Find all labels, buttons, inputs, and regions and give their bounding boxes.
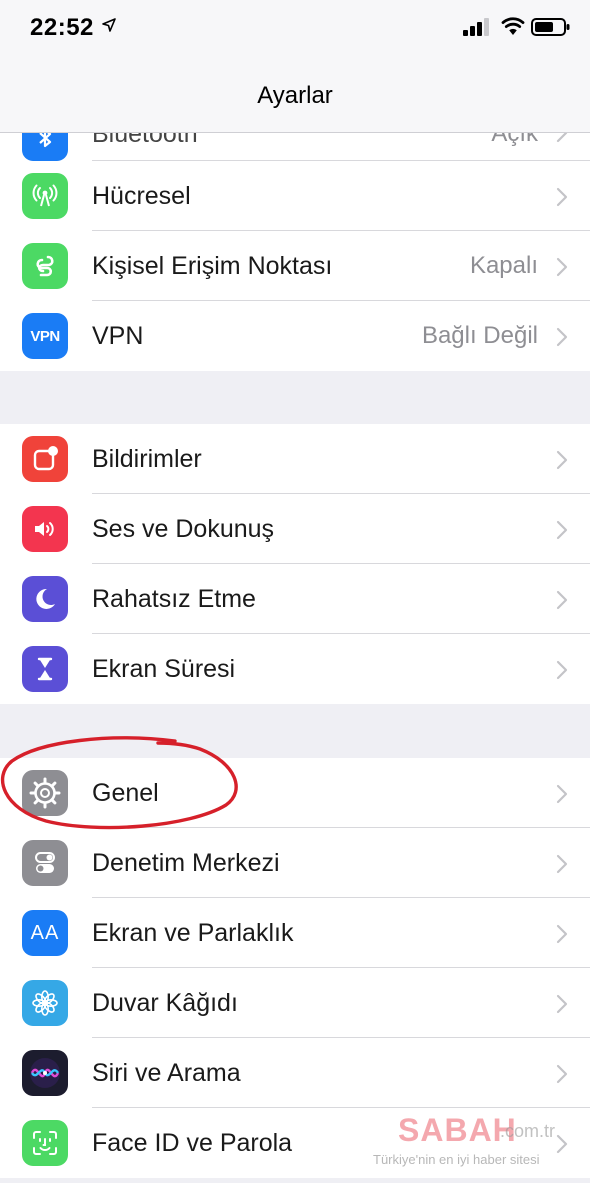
settings-row-do-not-disturb[interactable]: Rahatsız Etme (0, 564, 590, 634)
settings-row-label: Face ID ve Parola (92, 1129, 293, 1157)
settings-row-value: Açık (491, 133, 538, 147)
status-time: 22:52 (30, 14, 94, 41)
chevron-right-icon (556, 133, 568, 143)
battery-icon (531, 18, 570, 36)
settings-row-siri-search[interactable]: Siri ve Arama (0, 1038, 590, 1108)
chevron-right-icon (556, 520, 568, 540)
settings-row-cellular[interactable]: Hücresel (0, 161, 590, 231)
hourglass-icon (37, 657, 53, 681)
settings-row-label: Bluetooth (92, 133, 198, 148)
chevron-right-icon (556, 450, 568, 470)
toggles-icon (35, 852, 55, 873)
settings-row-label: Kişisel Erişim Noktası (92, 252, 333, 280)
settings-row-notifications[interactable]: Bildirimler (0, 424, 590, 494)
flower-icon (32, 990, 58, 1016)
settings-row-display-brightness[interactable]: AA Ekran ve Parlaklık (0, 898, 590, 968)
settings-row-label: Ses ve Dokunuş (92, 515, 275, 543)
settings-row-bluetooth[interactable]: Bluetooth Açık (0, 133, 590, 161)
settings-group-connectivity: Bluetooth Açık Hücresel Kişisel Erişim N… (0, 133, 590, 371)
bluetooth-icon (39, 133, 52, 148)
highlight-circle-annotation (1, 736, 238, 830)
wifi-icon (501, 17, 525, 35)
settings-row-screen-time[interactable]: Ekran Süresi (0, 634, 590, 704)
notifications-icon (33, 446, 58, 471)
watermark-brand: SABAH (398, 1112, 517, 1148)
chevron-right-icon (556, 854, 568, 874)
settings-row-vpn[interactable]: VPN VPN Bağlı Değil (0, 301, 590, 371)
status-bar: 22:52 (0, 0, 590, 60)
speaker-icon (35, 522, 54, 536)
chevron-right-icon (556, 784, 568, 804)
location-arrow-icon (102, 18, 116, 32)
text-size-icon: AA (30, 921, 60, 944)
settings-row-value: Kapalı (469, 252, 538, 279)
settings-row-label: VPN (92, 322, 144, 350)
settings-row-value: Bağlı Değil (421, 322, 538, 349)
cellular-signal-icon (463, 18, 489, 36)
hotspot-icon (36, 255, 54, 277)
settings-row-label: Hücresel (92, 182, 191, 210)
settings-row-label: Rahatsız Etme (92, 585, 256, 613)
antenna-icon (32, 184, 58, 207)
chevron-right-icon (556, 257, 568, 277)
settings-row-label: Denetim Merkezi (92, 849, 280, 877)
settings-row-sounds[interactable]: Ses ve Dokunuş (0, 494, 590, 564)
chevron-right-icon (556, 660, 568, 680)
vpn-icon: VPN (30, 327, 60, 345)
settings-row-control-center[interactable]: Denetim Merkezi (0, 828, 590, 898)
watermark-tagline: Türkiye'nin en iyi haber sitesi (373, 1152, 540, 1167)
settings-row-label: Ekran ve Parlaklık (92, 919, 294, 947)
chevron-right-icon (556, 1064, 568, 1084)
moon-icon (36, 588, 55, 609)
settings-row-label: Ekran Süresi (92, 655, 236, 683)
chevron-right-icon (556, 924, 568, 944)
settings-row-label: Duvar Kâğıdı (92, 989, 238, 1017)
watermark-domain: .com.tr (500, 1121, 556, 1141)
navigation-bar: Ayarlar (0, 60, 590, 133)
watermark: SABAH .com.tr Türkiye'nin en iyi haber s… (373, 1112, 588, 1172)
siri-icon (30, 1058, 60, 1088)
settings-row-label: Bildirimler (92, 445, 202, 473)
settings-row-personal-hotspot[interactable]: Kişisel Erişim Noktası Kapalı (0, 231, 590, 301)
chevron-right-icon (556, 327, 568, 347)
chevron-right-icon (556, 994, 568, 1014)
chevron-right-icon (556, 187, 568, 207)
settings-row-wallpaper[interactable]: Duvar Kâğıdı (0, 968, 590, 1038)
chevron-right-icon (556, 590, 568, 610)
settings-group-notifications: Bildirimler Ses ve Dokunuş Rahatsız Etme… (0, 424, 590, 704)
settings-row-label: Siri ve Arama (92, 1059, 241, 1087)
page-title: Ayarlar (257, 82, 333, 109)
face-id-icon (33, 1131, 57, 1155)
